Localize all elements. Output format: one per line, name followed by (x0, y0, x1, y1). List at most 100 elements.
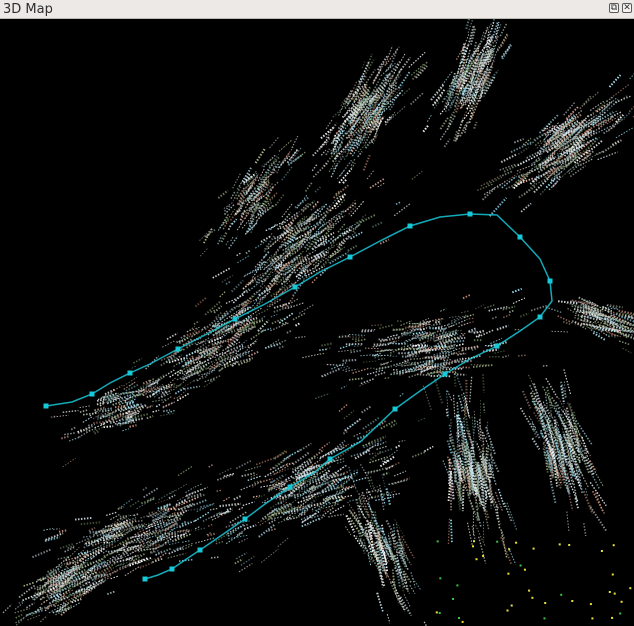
point-streak (366, 170, 375, 180)
point-streak (506, 502, 518, 532)
point-marker (510, 604, 513, 607)
point-streak (495, 492, 503, 512)
point-streak (105, 419, 110, 422)
point-streak (239, 341, 257, 351)
point-streak (455, 119, 464, 141)
point-streak (205, 368, 217, 377)
point-streak (496, 24, 502, 35)
point-streak (448, 315, 460, 319)
point-streak (502, 313, 512, 319)
point-streak (462, 293, 472, 300)
point-streak (332, 184, 349, 199)
point-streak (146, 415, 154, 420)
point-streak (18, 600, 25, 604)
point-streak (53, 414, 69, 418)
point-streak (436, 317, 445, 322)
point-streak (118, 498, 134, 510)
point-marker (532, 547, 535, 550)
point-streak (381, 473, 386, 489)
point-streak (458, 439, 461, 465)
point-streak (281, 203, 293, 218)
point-streak (133, 357, 143, 364)
point-streak (361, 61, 366, 69)
point-marker (482, 555, 485, 557)
point-streak (510, 140, 533, 153)
point-marker (506, 609, 509, 612)
point-streak (320, 149, 327, 156)
float-icon[interactable]: ⧉ (609, 3, 619, 13)
point-streak (154, 498, 171, 505)
point-streak (519, 407, 535, 432)
point-streak (474, 304, 485, 310)
point-streak (354, 338, 367, 343)
point-streak (15, 613, 23, 619)
point-streak (110, 514, 120, 521)
point-streak (472, 364, 493, 368)
point-streak (252, 295, 261, 307)
point-streak (445, 408, 449, 418)
point-streak (354, 345, 363, 347)
map-viewport[interactable] (0, 19, 634, 626)
point-streak (515, 166, 536, 184)
keyframe-marker (232, 316, 238, 322)
keyframe-marker (142, 576, 148, 582)
point-streak (497, 33, 508, 52)
point-marker (589, 603, 592, 606)
point-streak (124, 565, 143, 576)
point-streak (27, 614, 42, 621)
point-marker (571, 600, 574, 602)
point-streak (352, 367, 370, 374)
point-streak (411, 170, 423, 180)
point-cloud (2, 19, 634, 626)
point-streak (476, 420, 481, 440)
point-streak (334, 204, 341, 210)
point-streak (102, 549, 109, 554)
point-streak (456, 333, 465, 339)
point-streak (338, 403, 349, 412)
point-marker (523, 568, 526, 571)
point-streak (476, 183, 494, 191)
point-streak (602, 306, 612, 312)
point-streak (410, 572, 416, 588)
point-streak (25, 602, 35, 609)
point-streak (143, 487, 159, 498)
point-marker (436, 540, 439, 543)
point-cloud-canvas[interactable] (0, 19, 634, 626)
point-streak (563, 381, 567, 398)
point-streak (308, 484, 323, 493)
point-streak (232, 289, 247, 304)
point-streak (416, 332, 430, 336)
point-streak (343, 410, 355, 420)
point-streak (301, 517, 322, 528)
window-titlebar[interactable]: 3D Map ⧉ ✕ (0, 0, 634, 19)
point-streak (370, 476, 375, 490)
point-streak (304, 181, 313, 192)
point-streak (393, 203, 411, 217)
close-icon[interactable]: ✕ (622, 3, 632, 13)
point-streak (277, 517, 293, 524)
point-streak (447, 390, 453, 402)
point-streak (114, 537, 124, 540)
point-marker (496, 540, 499, 543)
point-streak (136, 498, 154, 510)
point-streak (235, 552, 248, 560)
point-streak (219, 290, 227, 298)
point-streak (554, 172, 562, 177)
point-streak (521, 390, 532, 409)
point-streak (133, 512, 140, 517)
point-streak (473, 121, 478, 129)
point-streak (494, 350, 506, 354)
point-streak (359, 213, 377, 224)
point-streak (364, 347, 381, 350)
point-streak (332, 154, 345, 170)
point-streak (337, 223, 346, 233)
point-streak (496, 324, 509, 331)
point-streak (497, 488, 506, 508)
point-streak (214, 351, 233, 362)
point-streak (545, 306, 563, 314)
point-streak (302, 353, 321, 359)
point-streak (454, 371, 464, 392)
point-streak (482, 374, 485, 393)
point-streak (589, 460, 597, 472)
point-streak (196, 340, 205, 346)
